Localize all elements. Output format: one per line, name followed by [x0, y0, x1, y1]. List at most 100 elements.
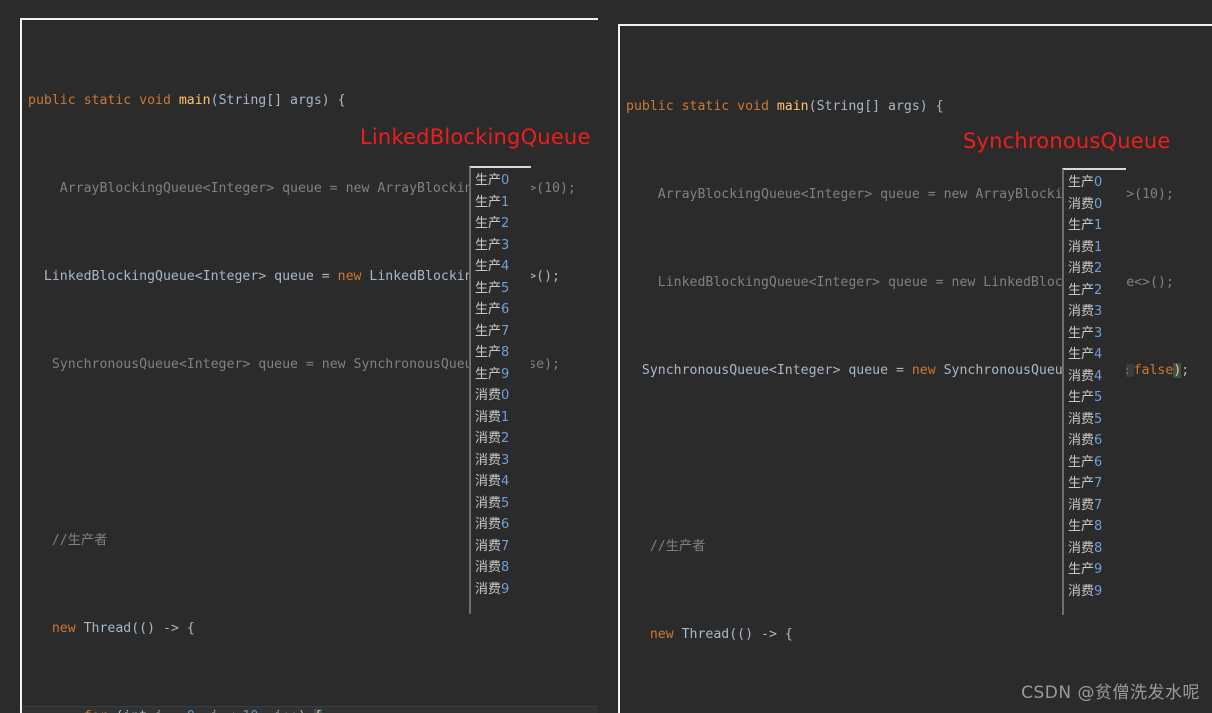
console-line-index: 0	[501, 173, 510, 188]
code-token-keyword: public static void	[28, 93, 179, 108]
code-line: new Thread(() -> {	[620, 624, 1212, 646]
console-line-label: 生产	[1068, 454, 1095, 470]
console-output-line: 生产1	[1068, 215, 1126, 237]
console-line-label: 消费	[475, 560, 502, 575]
console-output-line: 消费9	[475, 579, 531, 601]
code-token-keyword-new: new	[337, 269, 362, 284]
code-line: new Thread(() -> {	[22, 618, 598, 640]
console-line-index: 3	[501, 452, 510, 468]
console-line-label: 生产	[475, 323, 502, 339]
csdn-watermark: CSDN @贫僧洗发水呢	[1021, 683, 1200, 703]
console-line-index: 2	[501, 431, 510, 446]
console-output-line: 消费4	[1068, 366, 1126, 388]
console-line-index: 0	[1094, 175, 1103, 190]
console-output-line: 消费7	[475, 536, 531, 558]
code-token-thread-open	[76, 621, 84, 636]
console-line-label: 消费	[475, 581, 502, 597]
code-token-var-i: i	[155, 709, 163, 713]
console-output-line: 生产4	[475, 256, 531, 278]
console-line-label: 生产	[475, 173, 502, 188]
console-line-index: 1	[501, 194, 510, 210]
console-line-index: 4	[1094, 368, 1103, 384]
console-output-line: 消费3	[1068, 301, 1126, 323]
console-line-index: 8	[1094, 540, 1103, 556]
console-line-index: 6	[501, 302, 510, 317]
code-token-lt: <	[219, 709, 243, 713]
code-token-method-main: main	[178, 93, 211, 108]
console-line-index: 5	[1094, 411, 1103, 427]
code-token-keyword-new: new	[951, 275, 976, 290]
console-line-label: 生产	[1068, 218, 1095, 233]
console-output-line: 消费5	[475, 493, 531, 515]
left-console-output[interactable]: 生产0 生产1 生产2 生产3 生产4 生产5 生产6 生产7 生产8 生产9 消费0 消费1 消费2 消…	[469, 166, 531, 614]
console-line-index: 7	[1094, 476, 1103, 491]
right-console-output[interactable]: 生产0 消费0 生产1 消费1 消费2 生产2 消费3 生产3 生产4 消费4 生产5 消费5 消费6 生…	[1062, 168, 1126, 615]
console-output-line: 生产9	[475, 364, 531, 386]
code-token-keyword-new: new	[51, 621, 76, 636]
console-line-label: 消费	[475, 452, 502, 468]
console-output-line: 生产2	[475, 213, 531, 235]
console-output-line: 生产5	[1068, 387, 1126, 409]
console-line-index: 5	[1094, 390, 1103, 405]
console-line-index: 2	[1094, 261, 1103, 276]
console-output-line: 消费2	[475, 428, 531, 450]
console-line-index: 8	[1094, 519, 1103, 534]
console-output-line: 生产4	[1068, 344, 1126, 366]
console-line-label: 生产	[1068, 390, 1095, 405]
console-line-label: 生产	[475, 216, 502, 231]
console-output-line: 生产7	[1068, 473, 1126, 495]
code-token-number-ten: 10	[242, 709, 258, 713]
console-line-label: 消费	[475, 538, 502, 554]
screenshot-root: public static void main(String[] args) {…	[0, 0, 1212, 713]
console-output-line: 生产6	[1068, 452, 1126, 474]
console-output-line: 消费5	[1068, 409, 1126, 431]
console-line-label: 生产	[1068, 562, 1095, 577]
console-output-line: 消费2	[1068, 258, 1126, 280]
console-output-line: 消费7	[1068, 495, 1126, 517]
console-line-label: 生产	[475, 259, 502, 274]
console-line-label: 消费	[1068, 239, 1095, 255]
code-token-linked-decl-pre: LinkedBlockingQueue<Integer> queue =	[43, 269, 338, 284]
console-line-index: 6	[1094, 433, 1103, 448]
console-line-index: 5	[501, 495, 510, 511]
code-line: public static void main(String[] args) {	[620, 96, 1212, 118]
code-comment-producer: //生产者	[51, 533, 108, 548]
code-token-params: (String[] args) {	[808, 99, 944, 114]
console-line-index: 0	[501, 388, 510, 403]
code-token-semicolon: ;	[1181, 363, 1190, 378]
console-line-label: 消费	[1068, 368, 1095, 384]
console-line-index: 6	[1094, 454, 1103, 470]
console-output-line: 消费1	[475, 407, 531, 429]
console-line-index: 4	[501, 474, 510, 489]
console-line-index: 9	[501, 366, 510, 382]
console-line-index: 4	[1094, 347, 1103, 362]
console-output-line: 消费9	[1068, 581, 1126, 603]
console-line-label: 生产	[475, 366, 502, 382]
console-output-line: 消费0	[1068, 194, 1126, 216]
console-line-label: 消费	[475, 409, 502, 425]
console-line-index: 9	[501, 581, 510, 597]
console-line-label: 生产	[475, 345, 502, 360]
console-line-label: 生产	[1068, 282, 1095, 298]
code-token-var-i: i	[274, 709, 282, 713]
console-output-line: 消费4	[475, 471, 531, 493]
console-line-index: 0	[1094, 196, 1103, 212]
console-line-label: 生产	[1068, 476, 1095, 491]
code-token-number-zero: 0	[187, 709, 195, 713]
console-line-index: 9	[1094, 583, 1103, 599]
console-line-index: 4	[501, 259, 510, 274]
console-output-line: 消费3	[475, 450, 531, 472]
console-output-line: 消费6	[1068, 430, 1126, 452]
console-line-label: 生产	[1068, 519, 1095, 534]
console-line-label: 生产	[1068, 175, 1095, 190]
console-line-label: 消费	[1068, 583, 1095, 599]
code-token-params: (String[] args) {	[210, 93, 346, 108]
console-output-line: 生产1	[475, 192, 531, 214]
code-token-thread-lambda: Thread(() -> {	[681, 627, 793, 642]
console-line-label: 消费	[475, 388, 502, 403]
console-line-index: 3	[501, 237, 510, 253]
code-token-keyword-new: new	[649, 627, 674, 642]
code-token-semicolon: ;	[258, 709, 274, 713]
code-token-sync-decl-pre: SynchronousQueue<Integer> queue =	[641, 363, 912, 378]
code-token-increment: ++)	[282, 709, 314, 713]
